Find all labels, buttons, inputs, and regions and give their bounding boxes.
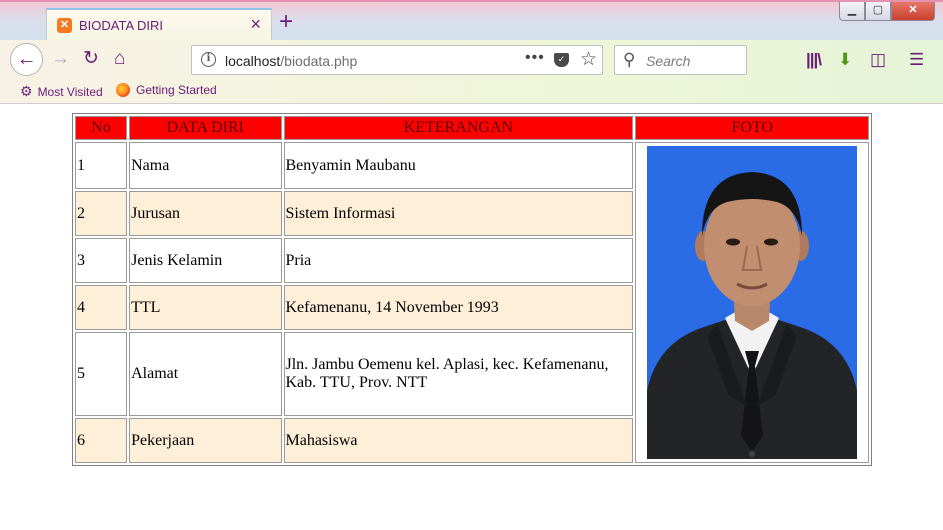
header-no: No (75, 116, 128, 140)
window-controls: ▁ ▢ ✕ (839, 2, 935, 22)
photo-cell (635, 142, 869, 463)
nav-bar: ← → ↻ ⌂ i localhost/biodata.php ••• ✓ ☆ … (0, 40, 943, 80)
bookmarks-toolbar: ⚙ Most Visited Getting Started (0, 80, 943, 104)
row-no: 2 (75, 191, 128, 236)
row-value: Jln. Jambu Oemenu kel. Aplasi, kec. Kefa… (283, 332, 634, 416)
address-bar[interactable]: i localhost/biodata.php ••• ✓ ☆ (191, 45, 603, 75)
site-info-icon[interactable]: i (201, 52, 216, 67)
url-text[interactable]: localhost/biodata.php (225, 53, 357, 69)
xampp-favicon-icon: ✕ (57, 18, 72, 33)
row-no: 6 (75, 418, 128, 463)
row-no: 3 (75, 238, 128, 283)
row-value: Kefamenanu, 14 November 1993 (283, 285, 634, 330)
close-window-button[interactable]: ✕ (891, 2, 935, 21)
row-no: 4 (75, 285, 128, 330)
page-content: No DATA DIRI KETERANGAN FOTO 1 Nama Beny… (0, 105, 943, 530)
bookmark-star-icon[interactable]: ☆ (580, 48, 597, 72)
firefox-icon (116, 83, 130, 97)
profile-photo (647, 146, 858, 459)
bookmark-most-visited[interactable]: ⚙ Most Visited (20, 83, 103, 100)
hamburger-menu-icon[interactable]: ☰ (909, 49, 924, 71)
header-data-diri: DATA DIRI (129, 116, 282, 140)
table-header-row: No DATA DIRI KETERANGAN FOTO (75, 116, 869, 140)
arrow-left-icon: ← (16, 48, 37, 70)
tab-close-icon[interactable]: × (250, 14, 261, 34)
url-host: localhost (225, 53, 281, 69)
row-no: 1 (75, 142, 128, 189)
forward-button[interactable]: → (51, 48, 70, 70)
new-tab-button[interactable]: + (279, 10, 293, 34)
row-value: Pria (283, 238, 634, 283)
title-bar: ✕ BIODATA DIRI × + ▁ ▢ ✕ (0, 0, 943, 42)
minimize-button[interactable]: ▁ (839, 2, 865, 21)
search-icon: ⚲ (623, 50, 636, 69)
url-path: /biodata.php (280, 53, 358, 69)
reload-button[interactable]: ↻ (83, 48, 99, 70)
row-label: Nama (129, 142, 282, 189)
maximize-button[interactable]: ▢ (865, 2, 891, 21)
row-value: Benyamin Maubanu (283, 142, 634, 189)
row-no: 5 (75, 332, 128, 416)
search-placeholder: Search (646, 53, 691, 69)
portrait-image (647, 146, 858, 459)
gear-icon: ⚙ (20, 83, 33, 99)
tab-title: BIODATA DIRI (79, 18, 164, 33)
library-icon[interactable]: |||\ (806, 49, 822, 71)
download-icon[interactable]: ⬇ (838, 49, 852, 71)
row-label: Alamat (129, 332, 282, 416)
row-label: TTL (129, 285, 282, 330)
bookmark-getting-started-label: Getting Started (136, 83, 217, 97)
biodata-table: No DATA DIRI KETERANGAN FOTO 1 Nama Beny… (72, 113, 872, 466)
home-button[interactable]: ⌂ (114, 48, 125, 70)
header-keterangan: KETERANGAN (283, 116, 634, 140)
search-box[interactable]: ⚲ Search (614, 45, 747, 75)
row-label: Jenis Kelamin (129, 238, 282, 283)
header-foto: FOTO (635, 116, 869, 140)
sidebar-toggle-icon[interactable]: ◫ (870, 49, 886, 71)
row-label: Jurusan (129, 191, 282, 236)
page-actions-icon[interactable]: ••• (525, 49, 545, 67)
bookmark-most-visited-label: Most Visited (37, 84, 103, 99)
pocket-icon[interactable]: ✓ (554, 53, 569, 67)
table-row: 1 Nama Benyamin Maubanu (75, 142, 869, 463)
row-value: Mahasiswa (283, 418, 634, 463)
row-label: Pekerjaan (129, 418, 282, 463)
bookmark-getting-started[interactable]: Getting Started (116, 83, 217, 97)
tab-biodata[interactable]: ✕ BIODATA DIRI × (46, 8, 272, 42)
row-value: Sistem Informasi (283, 191, 634, 236)
back-button[interactable]: ← (10, 43, 43, 76)
